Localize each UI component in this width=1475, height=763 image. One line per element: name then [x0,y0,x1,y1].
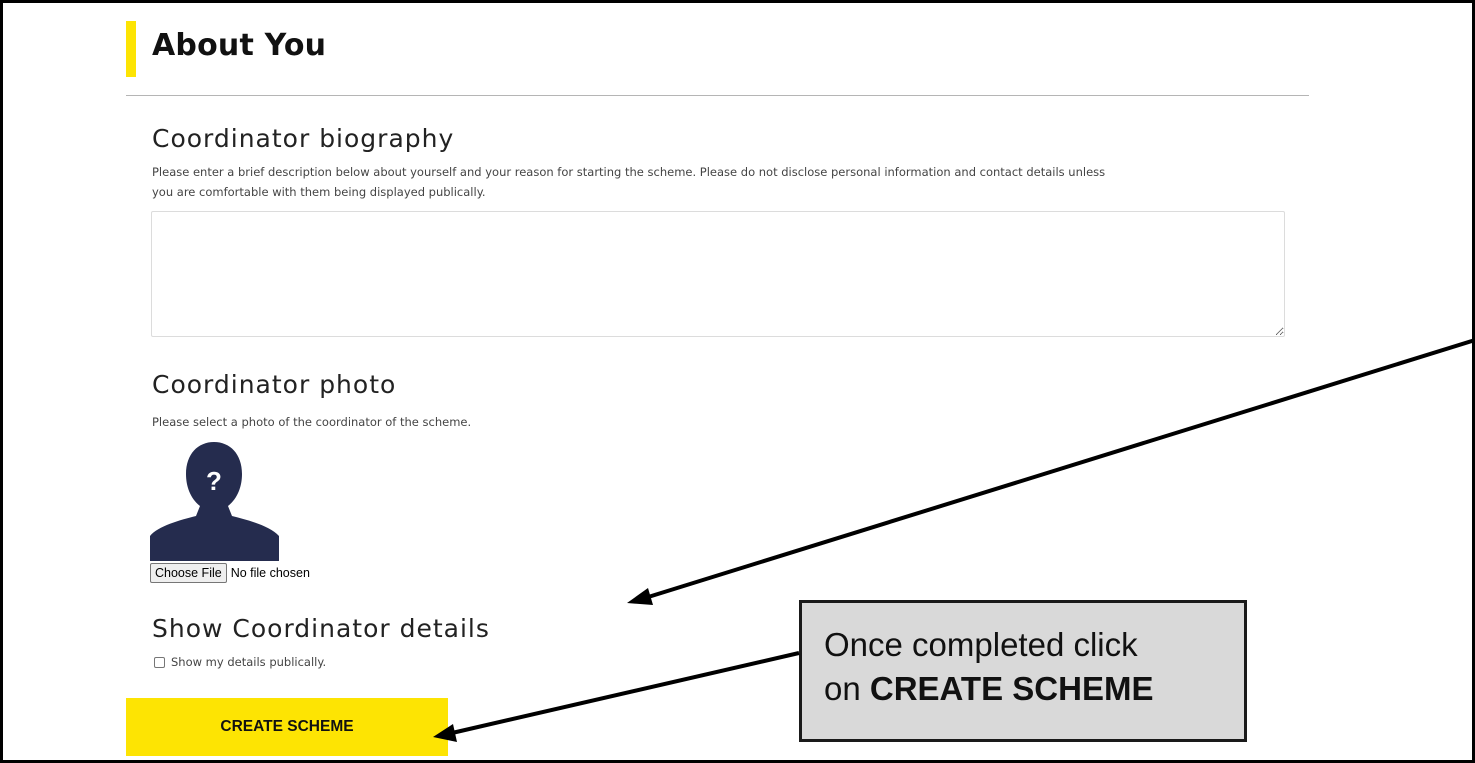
arrow-to-details-line [644,338,1475,600]
arrow-to-button-line [451,651,800,735]
arrow-to-button-head [433,724,457,742]
annotation-arrows [433,338,1475,742]
arrow-to-details-head [627,588,653,605]
